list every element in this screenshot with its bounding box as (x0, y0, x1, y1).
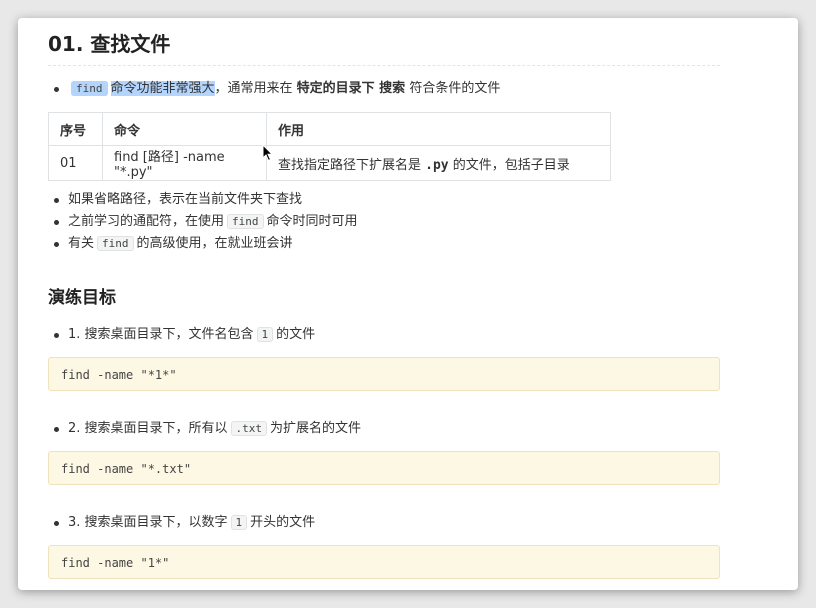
item-text: 2. 搜索桌面目录下，所有以 (68, 421, 228, 436)
list-item: 之前学习的通配符，在使用 find 命令时同时可用 (48, 211, 358, 233)
practice-heading: 演练目标 (48, 288, 116, 308)
item-text: 1. 搜索桌面目录下，文件名包含 (68, 327, 254, 342)
intro-list: find 命令功能非常强大，通常用来在 特定的目录下 搜索 符合条件的文件 (48, 78, 500, 100)
note-text: 的高级使用，在就业班会讲 (136, 236, 293, 251)
practice-item-2: 2. 搜索桌面目录下，所有以 .txt 为扩展名的文件 (48, 418, 361, 440)
practice-item-1: 1. 搜索桌面目录下，文件名包含 1 的文件 (48, 324, 315, 346)
table-header: 作用 (266, 112, 611, 146)
code-block: find -name "*.txt" (48, 451, 720, 485)
list-item: 3. 搜索桌面目录下，以数字 1 开头的文件 (48, 512, 315, 534)
command-table: 序号 命令 作用 01 find [路径] -name "*.py" 查找指定路… (48, 112, 611, 181)
inline-code: find (97, 236, 134, 251)
table-cell: 01 (48, 145, 103, 181)
notes-list: 如果省略路径，表示在当前文件夹下查找 之前学习的通配符，在使用 find 命令时同时… (48, 189, 358, 255)
list-item: 1. 搜索桌面目录下，文件名包含 1 的文件 (48, 324, 315, 346)
intro-text: ，通常用来在 (214, 81, 297, 96)
item-text: 的文件 (276, 327, 316, 342)
item-text: 3. 搜索桌面目录下，以数字 (68, 515, 228, 530)
note-text: 之前学习的通配符，在使用 (68, 214, 225, 229)
note-text: 如果省略路径，表示在当前文件夹下查找 (68, 192, 303, 207)
item-text: 为扩展名的文件 (270, 421, 362, 436)
note-text: 命令时同时可用 (266, 214, 358, 229)
code-block: find -name "*1*" (48, 357, 720, 391)
inline-code: 1 (230, 515, 248, 530)
cell-text-2: 的文件，包括子目录 (448, 157, 570, 173)
practice-item-3: 3. 搜索桌面目录下，以数字 1 开头的文件 (48, 512, 315, 534)
table-cell: 查找指定路径下扩展名是 .py 的文件，包括子目录 (266, 145, 611, 181)
list-item: 如果省略路径，表示在当前文件夹下查找 (48, 189, 358, 211)
note-text: 有关 (68, 236, 95, 251)
intro-text-2: 符合条件的文件 (405, 81, 501, 96)
section-heading: 01. 查找文件 (48, 28, 720, 66)
inline-code: find (71, 81, 108, 96)
inline-code: 1 (256, 327, 274, 342)
list-item: 有关 find 的高级使用，在就业班会讲 (48, 233, 358, 255)
table-row: 01 find [路径] -name "*.py" 查找指定路径下扩展名是 .p… (48, 145, 611, 181)
code-block: find -name "1*" (48, 545, 720, 579)
cell-code: .py (425, 157, 449, 173)
table-cell: find [路径] -name "*.py" (102, 145, 267, 181)
item-text: 开头的文件 (250, 515, 316, 530)
intro-item: find 命令功能非常强大，通常用来在 特定的目录下 搜索 符合条件的文件 (48, 78, 500, 100)
cell-text: 查找指定路径下扩展名是 (278, 157, 426, 173)
document-window: 01. 查找文件 find 命令功能非常强大，通常用来在 特定的目录下 搜索 符合… (18, 18, 798, 590)
inline-code: find (227, 214, 264, 229)
intro-bold: 特定的目录下 搜索 (296, 81, 406, 96)
selected-text: 命令功能非常强大 (110, 81, 215, 96)
table-header: 序号 (48, 112, 103, 146)
inline-code: .txt (230, 421, 268, 436)
table-header-row: 序号 命令 作用 (48, 112, 611, 146)
table-header: 命令 (102, 112, 267, 146)
list-item: 2. 搜索桌面目录下，所有以 .txt 为扩展名的文件 (48, 418, 361, 440)
mouse-cursor-icon (262, 144, 274, 162)
